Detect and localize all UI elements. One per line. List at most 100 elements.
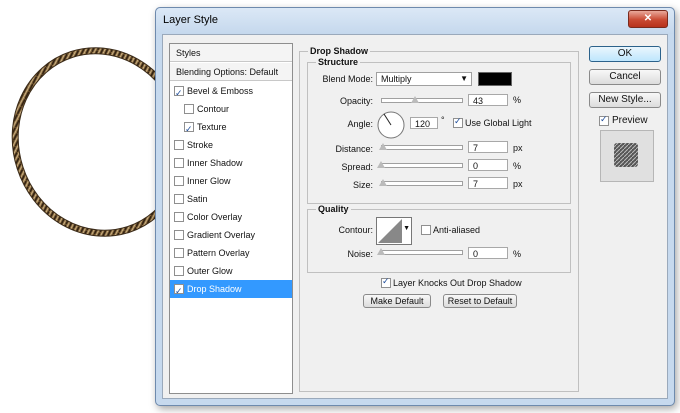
style-item-label: Drop Shadow <box>187 284 242 294</box>
style-item-label: Bevel & Emboss <box>187 86 254 96</box>
style-item-label: Color Overlay <box>187 212 243 222</box>
style-item[interactable]: Outer Glow <box>170 262 292 280</box>
distance-slider[interactable] <box>381 145 463 150</box>
new-style-button[interactable]: New Style... <box>589 92 661 108</box>
opacity-slider[interactable] <box>381 98 463 103</box>
opacity-label: Opacity: <box>339 96 373 106</box>
structure-title: Structure <box>316 57 361 67</box>
spread-input[interactable]: 0 <box>468 159 508 171</box>
spread-slider-thumb[interactable] <box>377 161 385 168</box>
make-default-button[interactable]: Make Default <box>363 294 431 308</box>
style-item[interactable]: Inner Glow <box>170 172 292 190</box>
opacity-slider-thumb[interactable] <box>411 96 420 103</box>
style-item-checkbox[interactable] <box>184 120 194 138</box>
cancel-button[interactable]: Cancel <box>589 69 661 85</box>
size-unit: px <box>513 179 523 189</box>
style-item[interactable]: Satin <box>170 190 292 208</box>
blend-mode-select[interactable]: Multiply ▼ <box>376 72 472 86</box>
angle-unit: ° <box>441 115 445 125</box>
preview-texture-icon <box>614 143 638 167</box>
style-item-checkbox[interactable] <box>174 158 184 168</box>
opacity-unit: % <box>513 95 522 105</box>
noise-unit: % <box>513 249 522 259</box>
distance-slider-thumb[interactable] <box>379 143 388 150</box>
layer-knocks-out-checkbox[interactable] <box>381 276 391 288</box>
dialog-body: Styles Blending Options: Default Bevel &… <box>162 34 668 399</box>
anti-aliased-label: Anti-aliased <box>433 225 481 235</box>
style-item-label: Inner Shadow <box>187 158 243 168</box>
chevron-down-icon: ▼ <box>403 225 410 232</box>
shadow-color-swatch[interactable] <box>478 72 512 86</box>
layer-style-dialog: Layer Style ✕ Styles Blending Options: D… <box>155 7 675 406</box>
styles-list: Styles Blending Options: Default Bevel &… <box>169 43 293 394</box>
style-item-label: Satin <box>187 194 208 204</box>
style-item[interactable]: Drop Shadow <box>170 280 292 300</box>
noise-slider[interactable] <box>381 250 463 255</box>
close-button[interactable]: ✕ <box>628 10 668 28</box>
anti-aliased-checkbox[interactable] <box>421 225 431 235</box>
style-item[interactable]: Texture <box>170 118 292 138</box>
style-preview-thumbnail <box>600 130 654 182</box>
blend-mode-value: Multiply <box>381 74 412 84</box>
preview-checkbox[interactable] <box>599 114 609 126</box>
distance-label: Distance: <box>335 144 373 154</box>
style-item-checkbox[interactable] <box>174 230 184 240</box>
style-item-checkbox[interactable] <box>174 212 184 222</box>
size-slider[interactable] <box>381 181 463 186</box>
style-item-checkbox[interactable] <box>174 140 184 150</box>
reset-to-default-button[interactable]: Reset to Default <box>443 294 517 308</box>
distance-input[interactable]: 7 <box>468 141 508 153</box>
noise-input[interactable]: 0 <box>468 247 508 259</box>
size-slider-thumb[interactable] <box>379 179 388 186</box>
contour-label: Contour: <box>338 225 373 235</box>
style-item[interactable]: Gradient Overlay <box>170 226 292 244</box>
size-input[interactable]: 7 <box>468 177 508 189</box>
style-item-checkbox[interactable] <box>174 266 184 276</box>
style-item[interactable]: Color Overlay <box>170 208 292 226</box>
spread-unit: % <box>513 161 522 171</box>
chevron-down-icon: ▼ <box>460 74 468 83</box>
spread-label: Spread: <box>341 162 373 172</box>
style-item[interactable]: Inner Shadow <box>170 154 292 172</box>
title-bar[interactable]: Layer Style ✕ <box>156 8 674 34</box>
style-item-checkbox[interactable] <box>174 282 184 300</box>
angle-dial[interactable] <box>376 110 406 140</box>
blend-mode-label: Blend Mode: <box>322 74 373 84</box>
use-global-light-label: Use Global Light <box>465 118 532 128</box>
style-item-label: Contour <box>197 104 230 114</box>
drop-shadow-title: Drop Shadow <box>308 46 370 56</box>
noise-label: Noise: <box>347 249 373 259</box>
opacity-input[interactable]: 43 <box>468 94 508 106</box>
style-item[interactable]: Contour <box>170 100 292 118</box>
blending-options-item[interactable]: Blending Options: Default <box>170 63 292 81</box>
style-item[interactable]: Stroke <box>170 136 292 154</box>
style-item[interactable]: Pattern Overlay <box>170 244 292 262</box>
use-global-light-checkbox[interactable] <box>453 116 463 128</box>
ok-button[interactable]: OK <box>589 46 661 62</box>
style-item-checkbox[interactable] <box>174 176 184 186</box>
style-item[interactable]: Bevel & Emboss <box>170 82 292 102</box>
style-item-checkbox[interactable] <box>174 84 184 102</box>
style-item-checkbox[interactable] <box>174 248 184 258</box>
distance-unit: px <box>513 143 523 153</box>
noise-slider-thumb[interactable] <box>377 248 385 255</box>
styles-header[interactable]: Styles <box>170 44 292 62</box>
contour-picker[interactable]: ▼ <box>376 217 412 245</box>
style-item-label: Texture <box>197 122 227 132</box>
layer-knocks-out-label: Layer Knocks Out Drop Shadow <box>393 278 522 288</box>
angle-input[interactable]: 120 <box>410 117 438 129</box>
style-item-label: Stroke <box>187 140 214 150</box>
contour-preview-icon <box>378 219 402 243</box>
quality-title: Quality <box>316 204 351 214</box>
style-item-checkbox[interactable] <box>174 194 184 204</box>
style-item-label: Gradient Overlay <box>187 230 256 240</box>
window-title: Layer Style <box>163 14 219 26</box>
quality-group: Quality <box>307 204 571 273</box>
style-item-label: Outer Glow <box>187 266 233 276</box>
spread-slider[interactable] <box>381 163 463 168</box>
style-item-checkbox[interactable] <box>184 104 194 114</box>
preview-label: Preview <box>612 115 648 126</box>
style-item-label: Inner Glow <box>187 176 231 186</box>
style-item-label: Pattern Overlay <box>187 248 250 258</box>
size-label: Size: <box>352 180 373 190</box>
